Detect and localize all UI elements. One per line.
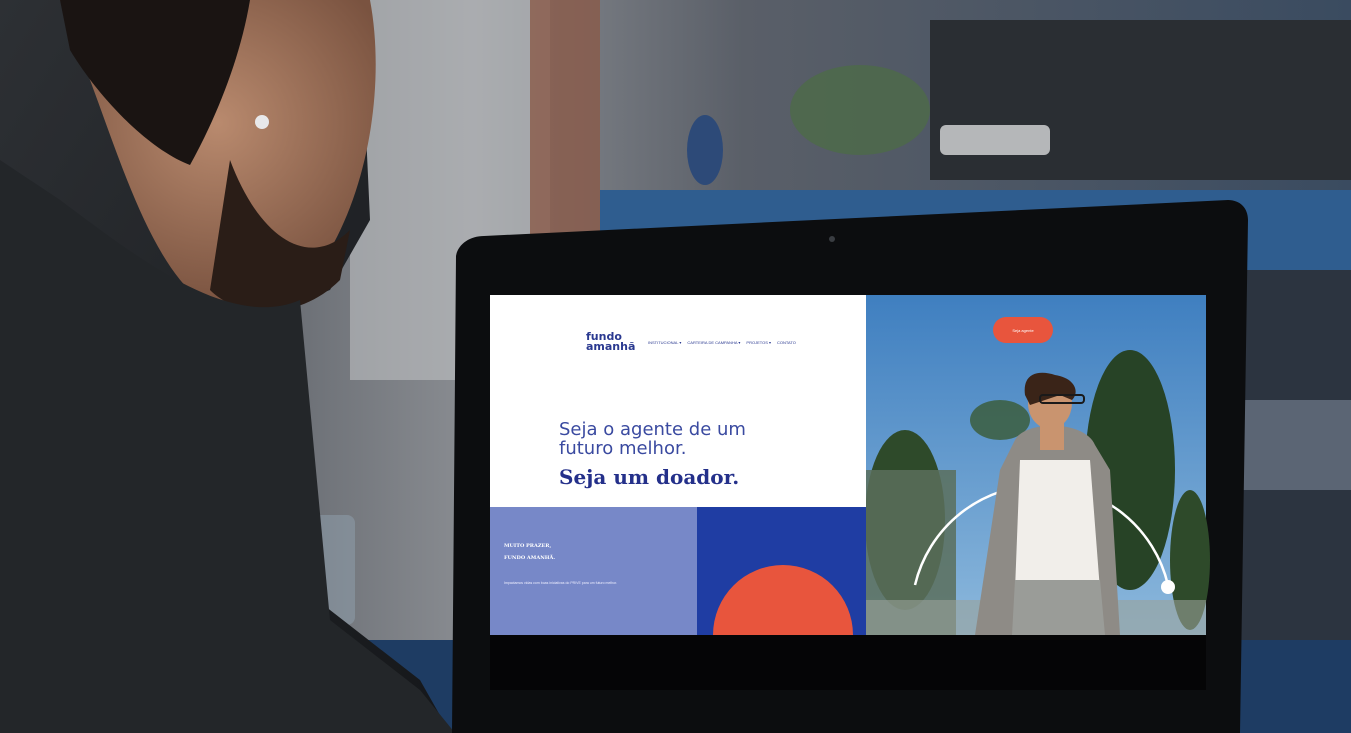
hero-heading: Seja o agente de um futuro melhor. <box>559 420 746 458</box>
orange-circle-graphic <box>713 565 853 635</box>
site-nav: INSTITUCIONAL ▾ CARTEIRA DE CAMPANHA ▾ P… <box>648 340 796 345</box>
hero-line-1: Seja o agente de um <box>559 419 746 440</box>
donor-button[interactable]: Seja agente <box>993 317 1053 343</box>
band-title: MUITO PRAZER, FUNDO AMANHÃ. <box>504 540 555 564</box>
logo-line-2: amanhã <box>586 340 636 353</box>
band-text: Impactamos vidas com boas iniciativas do… <box>504 581 618 585</box>
site-logo[interactable]: fundo amanhã <box>586 331 636 353</box>
decorative-band <box>697 507 866 635</box>
nav-item-contato[interactable]: CONTATO <box>777 340 796 345</box>
hero-line-2: futuro melhor. <box>559 438 687 459</box>
website-screen: fundo amanhã INSTITUCIONAL ▾ CARTEIRA DE… <box>490 295 1206 635</box>
nav-item-carteira[interactable]: CARTEIRA DE CAMPANHA ▾ <box>687 340 740 345</box>
site-left-panel: fundo amanhã INSTITUCIONAL ▾ CARTEIRA DE… <box>490 295 866 635</box>
band-title-line-2: FUNDO AMANHÃ. <box>504 555 556 561</box>
hero-strong-text: Seja um doador. <box>559 465 740 489</box>
nav-item-institucional[interactable]: INSTITUCIONAL ▾ <box>648 340 681 345</box>
band-title-line-1: MUITO PRAZER, <box>504 543 552 549</box>
site-hero-photo: Seja agente <box>866 295 1206 635</box>
nav-item-projetos[interactable]: PROJETOS ▾ <box>746 340 771 345</box>
intro-band <box>490 507 697 635</box>
